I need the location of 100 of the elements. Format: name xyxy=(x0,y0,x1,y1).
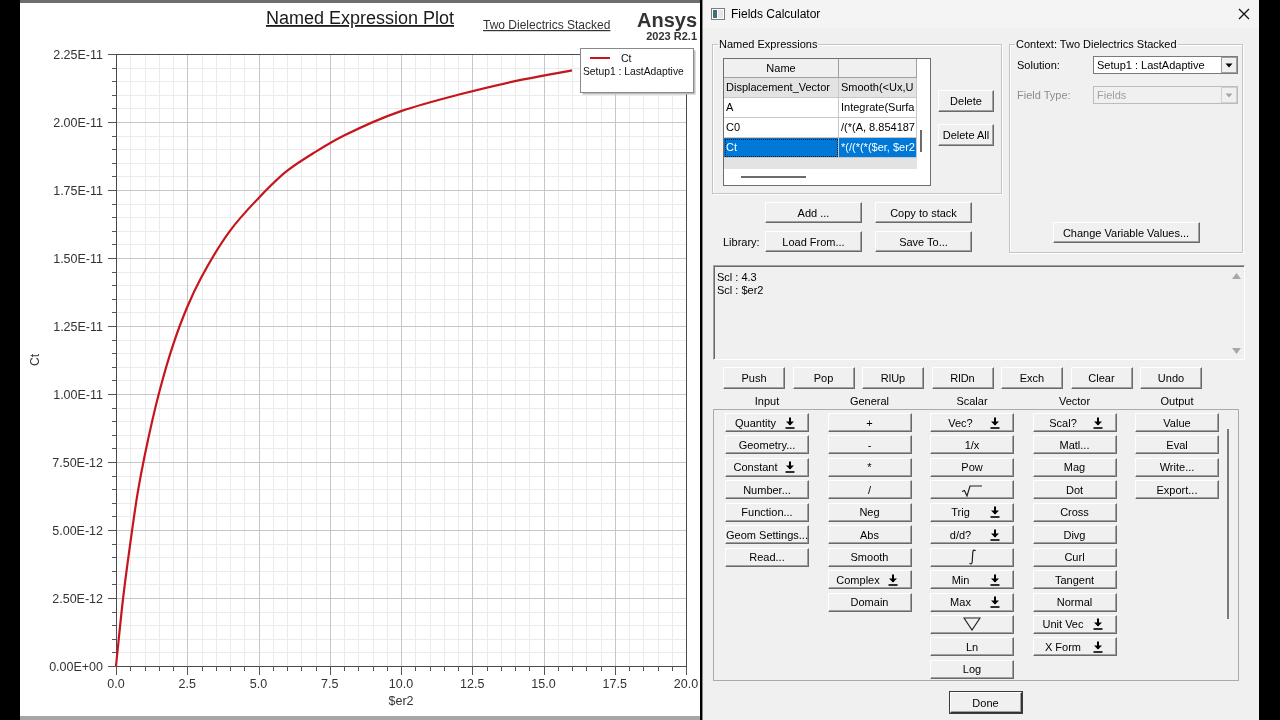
stack-button[interactable]: RlUp xyxy=(862,367,924,389)
calculator-button[interactable]: Pow xyxy=(930,457,1014,477)
y-axis-title: Ct xyxy=(28,354,42,366)
down-arrow-icon xyxy=(1092,618,1103,631)
change-values-button[interactable]: Change Variable Values... xyxy=(1052,222,1200,243)
group-label: Output xyxy=(1160,395,1194,408)
x-tick-label: 20.0 xyxy=(673,677,699,691)
library-label: Library: xyxy=(723,235,760,248)
legend-label: Ct xyxy=(621,52,632,64)
stack-button[interactable]: Exch xyxy=(1001,367,1063,389)
calculator-button[interactable]: Trig xyxy=(930,502,1014,522)
calculator-button[interactable]: Read... xyxy=(725,547,809,567)
stack-button[interactable]: Clear xyxy=(1070,367,1133,389)
down-arrow-icon xyxy=(990,573,1000,586)
calculator-button[interactable]: Ln xyxy=(930,637,1014,657)
down-arrow-icon xyxy=(990,506,1000,519)
scrollbar-thumb[interactable] xyxy=(741,176,806,178)
calculator-button[interactable]: Complex xyxy=(827,570,912,590)
calculator-button[interactable]: Unit Vec xyxy=(1032,614,1117,634)
library-button[interactable]: Load From... xyxy=(765,231,862,252)
library-button[interactable]: Save To... xyxy=(875,231,972,252)
calculator-button[interactable]: Min xyxy=(930,570,1014,590)
x-tick-label: 7.5 xyxy=(321,677,339,691)
down-arrow-icon xyxy=(990,596,1000,608)
calculator-button[interactable]: Mag xyxy=(1032,457,1117,477)
scrollbar-thumb[interactable] xyxy=(920,130,922,152)
calculator-button[interactable] xyxy=(930,480,1014,500)
group-title: Named Expressions xyxy=(718,38,819,51)
calculator-button[interactable]: Geometry... xyxy=(725,435,809,455)
calculator-button[interactable]: / xyxy=(827,480,912,500)
calculator-button[interactable]: Vec? xyxy=(930,413,1014,432)
list-action-button[interactable]: Delete All xyxy=(938,124,994,146)
calculator-button[interactable]: Constant xyxy=(725,457,809,477)
calculator-button[interactable]: Log xyxy=(930,659,1014,679)
up-triangle-icon[interactable] xyxy=(1231,273,1241,279)
expression-action-button[interactable]: Copy to stack xyxy=(875,202,972,223)
calculator-button[interactable]: + xyxy=(827,413,912,432)
y-tick-label: 5.00E-12 xyxy=(52,523,103,538)
dropdown[interactable]: Setup1 : LastAdaptive xyxy=(1093,56,1238,74)
calculator-button[interactable] xyxy=(930,547,1014,567)
table-cell: *(/(*(*($er, $er2 xyxy=(839,138,917,158)
stack-button[interactable]: Push xyxy=(723,367,785,389)
down-arrow-icon xyxy=(785,461,795,474)
stack-button[interactable]: Pop xyxy=(792,367,855,389)
calculator-button[interactable]: Domain xyxy=(827,592,912,612)
calculator-button[interactable]: Matl... xyxy=(1032,435,1117,455)
integral-icon xyxy=(967,549,977,566)
expression-action-button[interactable]: Add ... xyxy=(765,202,862,223)
legend-solution-label: Setup1 : LastAdaptive xyxy=(583,66,684,77)
expression-row[interactable]: Ct *(/(*(*($er, $er2 xyxy=(724,138,917,158)
calculator-button[interactable]: 1/x xyxy=(930,435,1014,455)
x-tick-label: 17.5 xyxy=(602,677,627,691)
y-tick-label: 2.00E-11 xyxy=(53,115,103,130)
brand-name: Ansys xyxy=(636,9,697,31)
calculator-button[interactable]: Geom Settings... xyxy=(725,525,809,545)
down-arrow-icon xyxy=(887,573,898,586)
window-title: Fields Calculator xyxy=(731,7,822,21)
calculator-button[interactable]: Neg xyxy=(827,502,912,522)
expression-row[interactable]: A Integrate(Surfa xyxy=(724,98,917,118)
design-name: Two Dielectrics Stacked xyxy=(483,18,611,32)
list-action-button[interactable]: Delete xyxy=(938,90,994,112)
calculator-button[interactable]: * xyxy=(827,457,912,477)
calculator-button[interactable]: Quantity xyxy=(725,413,809,432)
group-title: Context: Two Dielectrics Stacked xyxy=(1015,38,1178,51)
y-tick-label: 0.00E+00 xyxy=(49,659,103,674)
calculator-button[interactable] xyxy=(930,614,1014,634)
x-tick-label: 12.5 xyxy=(460,677,485,691)
calculator-button[interactable]: Cross xyxy=(1032,502,1117,522)
group-label: Input xyxy=(754,395,780,408)
scrollbar-thumb[interactable] xyxy=(1227,429,1229,619)
x-tick-label: 10.0 xyxy=(388,677,414,691)
calculator-button[interactable]: X Form xyxy=(1032,637,1117,657)
stack-button[interactable]: Undo xyxy=(1140,367,1202,389)
stack-button[interactable]: RlDn xyxy=(931,367,994,389)
calculator-button[interactable]: Scal? xyxy=(1032,413,1117,432)
down-triangle-icon[interactable] xyxy=(1231,348,1241,354)
calculator-button[interactable]: Max xyxy=(930,592,1014,612)
column-header[interactable]: Name xyxy=(724,59,839,78)
calculator-button[interactable]: - xyxy=(827,435,912,455)
column-header[interactable] xyxy=(839,59,917,78)
legend-line-icon xyxy=(589,57,611,59)
stack-entry: Scl : 4.3 xyxy=(717,271,757,284)
calculator-button[interactable]: Value xyxy=(1135,413,1219,432)
calculator-button[interactable]: Tangent xyxy=(1032,570,1117,590)
calculator-button[interactable]: Dot xyxy=(1032,480,1117,500)
calculator-button[interactable]: Export... xyxy=(1135,480,1219,500)
calculator-button[interactable]: Abs xyxy=(827,525,912,545)
calculator-button[interactable]: Eval xyxy=(1135,435,1219,455)
calculator-button[interactable]: Curl xyxy=(1032,547,1117,567)
field-label: Field Type: xyxy=(1017,89,1071,101)
calculator-button[interactable]: d/d? xyxy=(930,525,1014,545)
calculator-button[interactable]: Number... xyxy=(725,480,809,500)
calculator-button[interactable]: Function... xyxy=(725,502,809,522)
calculator-button[interactable]: Smooth xyxy=(827,547,912,567)
calculator-button[interactable]: Normal xyxy=(1032,592,1117,612)
calculator-button[interactable]: Write... xyxy=(1135,457,1219,477)
expression-row[interactable]: C0 /(*(A, 8.854187 xyxy=(724,118,917,138)
done-button[interactable]: Done xyxy=(949,692,1022,713)
group-label: General xyxy=(849,395,890,408)
calculator-button[interactable]: Divg xyxy=(1032,525,1117,545)
